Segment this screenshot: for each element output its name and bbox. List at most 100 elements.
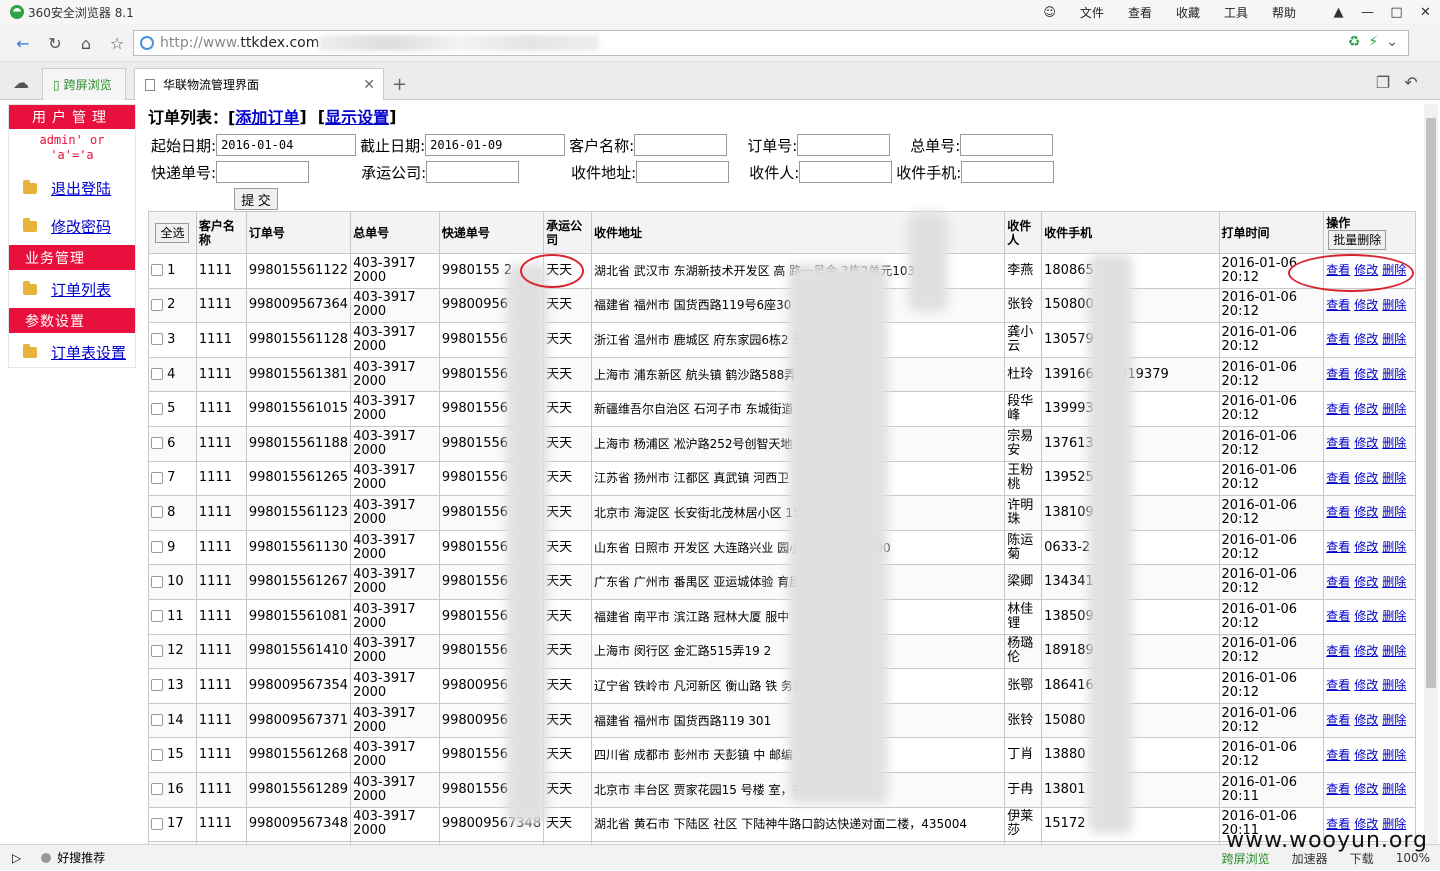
restore-tab-icon[interactable]: ❐ (1370, 70, 1396, 94)
delete-link[interactable]: 删除 (1382, 644, 1406, 658)
edit-link[interactable]: 修改 (1354, 471, 1378, 485)
maximize-icon[interactable]: □ (1382, 0, 1411, 24)
start-date-input[interactable] (216, 134, 357, 156)
delete-link[interactable]: 删除 (1382, 505, 1406, 519)
scrollbar-thumb[interactable] (1426, 118, 1436, 688)
logout-link[interactable]: 退出登陆 (51, 178, 111, 199)
edit-link[interactable]: 修改 (1354, 436, 1378, 450)
delete-link[interactable]: 删除 (1382, 748, 1406, 762)
row-checkbox[interactable] (151, 817, 163, 830)
view-link[interactable]: 查看 (1326, 644, 1350, 658)
row-checkbox[interactable] (151, 679, 163, 692)
batch-delete-button[interactable]: 批量删除 (1328, 229, 1387, 250)
edit-link[interactable]: 修改 (1354, 575, 1378, 589)
view-link[interactable]: 查看 (1326, 748, 1350, 762)
home-icon[interactable]: ⌂ (73, 31, 99, 55)
view-link[interactable]: 查看 (1326, 609, 1350, 623)
row-checkbox[interactable] (151, 437, 163, 450)
edit-link[interactable]: 修改 (1354, 505, 1378, 519)
address-input[interactable] (636, 161, 730, 183)
menu-view[interactable]: 查看 (1116, 4, 1164, 21)
edit-link[interactable]: 修改 (1354, 609, 1378, 623)
user-icon[interactable]: ☺ (1031, 5, 1068, 19)
edit-link[interactable]: 修改 (1354, 367, 1378, 381)
row-checkbox[interactable] (151, 333, 163, 346)
delete-link[interactable]: 删除 (1382, 402, 1406, 416)
view-link[interactable]: 查看 (1326, 575, 1350, 589)
shirt-icon[interactable]: ▲ (1324, 0, 1353, 24)
new-tab-button[interactable]: + (392, 74, 407, 95)
delete-link[interactable]: 删除 (1382, 332, 1406, 346)
display-settings-link[interactable]: 显示设置 (325, 104, 389, 128)
close-icon[interactable]: ✕ (1411, 0, 1440, 24)
row-checkbox[interactable] (151, 783, 163, 796)
undo-icon[interactable]: ↶ (1398, 70, 1424, 94)
delete-link[interactable]: 删除 (1382, 713, 1406, 727)
edit-link[interactable]: 修改 (1354, 402, 1378, 416)
delete-link[interactable]: 删除 (1382, 540, 1406, 554)
menu-favorites[interactable]: 收藏 (1164, 4, 1212, 21)
view-link[interactable]: 查看 (1326, 402, 1350, 416)
lightning-icon[interactable]: ⚡ (1368, 34, 1378, 50)
row-checkbox[interactable] (151, 748, 163, 761)
tab-logistics[interactable]: 华联物流管理界面 ✕ (134, 68, 384, 100)
row-checkbox[interactable] (151, 714, 163, 727)
chevron-down-icon[interactable]: ⌄ (1386, 34, 1398, 50)
edit-link[interactable]: 修改 (1354, 298, 1378, 312)
view-link[interactable]: 查看 (1326, 713, 1350, 727)
change-password-link[interactable]: 修改密码 (51, 216, 111, 237)
edit-link[interactable]: 修改 (1354, 782, 1378, 796)
row-checkbox[interactable] (151, 471, 163, 484)
order-settings-link[interactable]: 订单表设置 (51, 342, 126, 363)
sidebar-toggle-icon[interactable]: ▷ (12, 851, 21, 865)
delete-link[interactable]: 删除 (1382, 575, 1406, 589)
view-link[interactable]: 查看 (1326, 436, 1350, 450)
tab-cross-screen[interactable]: ▯ 跨屏浏览 (42, 68, 126, 100)
submit-button[interactable]: 提 交 (234, 188, 278, 210)
row-checkbox[interactable] (151, 264, 163, 277)
view-link[interactable]: 查看 (1326, 540, 1350, 554)
status-zoom[interactable]: 100% (1396, 851, 1430, 865)
view-link[interactable]: 查看 (1326, 471, 1350, 485)
row-checkbox[interactable] (151, 506, 163, 519)
edit-link[interactable]: 修改 (1354, 678, 1378, 692)
carrier-input[interactable] (426, 161, 520, 183)
view-link[interactable]: 查看 (1326, 782, 1350, 796)
edit-link[interactable]: 修改 (1354, 713, 1378, 727)
tab-close-icon[interactable]: ✕ (363, 77, 375, 93)
order-list-link[interactable]: 订单列表 (51, 279, 111, 300)
refresh-icon[interactable]: ↻ (42, 31, 68, 55)
menu-help[interactable]: 帮助 (1260, 4, 1308, 21)
row-checkbox[interactable] (151, 368, 163, 381)
phone-input[interactable] (961, 161, 1055, 183)
delete-link[interactable]: 删除 (1382, 263, 1406, 277)
view-link[interactable]: 查看 (1326, 263, 1350, 277)
delete-link[interactable]: 删除 (1382, 782, 1406, 796)
edit-link[interactable]: 修改 (1354, 644, 1378, 658)
row-checkbox[interactable] (151, 402, 163, 415)
view-link[interactable]: 查看 (1326, 367, 1350, 381)
order-no-input[interactable] (797, 134, 891, 156)
vertical-scrollbar[interactable] (1424, 104, 1438, 844)
row-checkbox[interactable] (151, 541, 163, 554)
select-all-button[interactable]: 全选 (155, 222, 190, 243)
delete-link[interactable]: 删除 (1382, 471, 1406, 485)
cloud-icon[interactable]: ☁ (8, 70, 34, 94)
delete-link[interactable]: 删除 (1382, 609, 1406, 623)
edit-link[interactable]: 修改 (1354, 263, 1378, 277)
star-icon[interactable]: ☆ (104, 31, 130, 55)
row-checkbox[interactable] (151, 644, 163, 657)
edit-link[interactable]: 修改 (1354, 748, 1378, 762)
recommend-label[interactable]: 好搜推荐 (57, 849, 105, 866)
recipient-input[interactable] (799, 161, 893, 183)
add-order-link[interactable]: 添加订单 (235, 104, 299, 128)
row-checkbox[interactable] (151, 575, 163, 588)
delete-link[interactable]: 删除 (1382, 678, 1406, 692)
express-no-input[interactable] (216, 161, 310, 183)
edit-link[interactable]: 修改 (1354, 540, 1378, 554)
end-date-input[interactable] (425, 134, 566, 156)
url-input[interactable]: http://www.ttkdex.com ♻ ⚡ ⌄ (133, 30, 1409, 56)
row-checkbox[interactable] (151, 610, 163, 623)
recycle-icon[interactable]: ♻ (1348, 34, 1361, 50)
delete-link[interactable]: 删除 (1382, 367, 1406, 381)
